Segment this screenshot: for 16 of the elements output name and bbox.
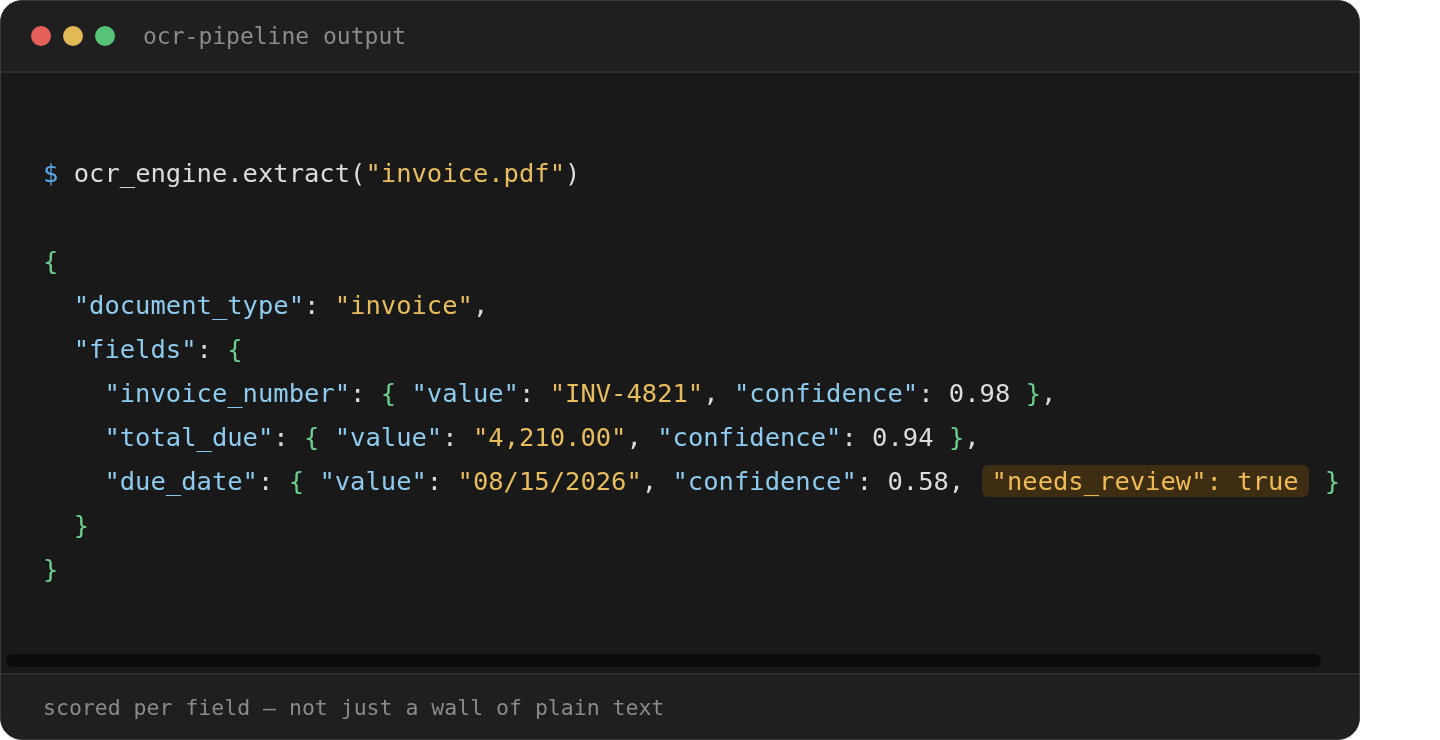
code-text: } — [43, 553, 59, 585]
review-flag: "needs_review": true — [981, 465, 1309, 497]
code-text: "due_date": { "value": "08/15/2026", "confidence": 0.58, — [103, 465, 966, 497]
code-text: "document_type": "invoice", — [72, 289, 489, 321]
window-title: ocr-pipeline output — [143, 23, 407, 49]
maximize-button[interactable] — [95, 26, 115, 46]
code-text: $ ocr_engine.extract("invoice.pdf") — [43, 157, 581, 189]
code-text: "total_due": { "value": "4,210.00", "confidence": 0.94 }, — [103, 421, 980, 453]
code-text: } — [1324, 465, 1340, 497]
code-text: "invoice_number": { "value": "INV-4821", "confidence": 0.98 }, — [103, 377, 1057, 409]
code-text: } — [72, 509, 90, 541]
footer-caption: scored per field — not just a wall of plain text — [43, 694, 665, 720]
code-text: "fields": { — [72, 333, 243, 365]
minimize-button[interactable] — [63, 26, 83, 46]
code-text: { — [43, 245, 59, 277]
close-button[interactable] — [31, 26, 51, 46]
